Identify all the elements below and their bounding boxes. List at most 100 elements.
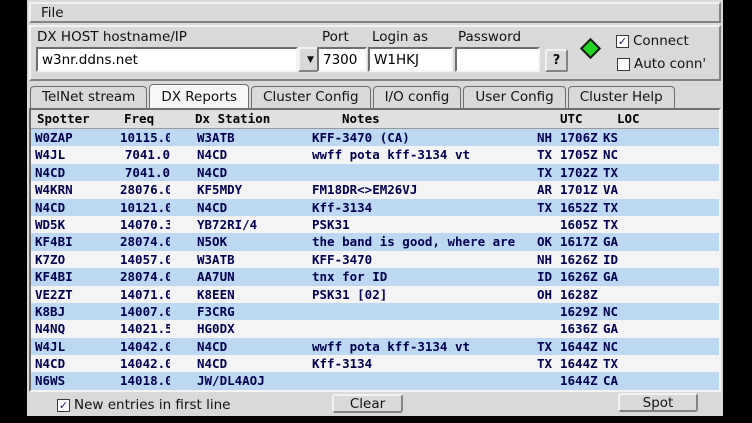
table-row[interactable]: W4JL14042.0N4CDwwff pota kff-3134 vtTX16…: [31, 338, 719, 355]
login-input[interactable]: [368, 47, 453, 72]
cell-freq: 14018.0: [120, 372, 170, 389]
port-label: Port: [322, 29, 349, 45]
cell-loc: VA: [603, 181, 719, 198]
tab-bar: TelNet streamDX ReportsCluster ConfigI/O…: [30, 84, 677, 108]
header-freq: Freq: [120, 110, 170, 128]
cell-spotter: W4JL: [35, 338, 120, 355]
cell-dx: N4CD: [170, 355, 312, 372]
table-row[interactable]: KF4BI28074.0AA7UNtnx for IDID1626ZGA: [31, 268, 719, 285]
table-row[interactable]: K8BJ14007.0F3CRG1629ZNC: [31, 303, 719, 320]
tab-user-config[interactable]: User Config: [463, 86, 565, 108]
cell-utc: 1605Z: [560, 216, 603, 233]
cell-loc: GA: [603, 320, 719, 337]
cell-utc: 1626Z: [560, 251, 603, 268]
cell-dx: HG0DX: [170, 320, 312, 337]
host-input[interactable]: [36, 47, 298, 72]
cell-spotter: N4CD: [35, 355, 120, 372]
auto-conn-checkbox[interactable]: [617, 58, 630, 71]
cell-loc: [603, 286, 719, 303]
connect-checkbox[interactable]: ✓: [616, 35, 629, 48]
new-entries-checkbox[interactable]: ✓: [57, 399, 70, 412]
cell-notes: Kff-3134: [312, 199, 537, 216]
table-body: W0ZAP10115.0W3ATBKFF-3470 (CA)NH1706ZKSW…: [31, 129, 719, 390]
cell-loc: TX: [603, 216, 719, 233]
tab-cluster-help[interactable]: Cluster Help: [568, 86, 675, 108]
table-row[interactable]: W0ZAP10115.0W3ATBKFF-3470 (CA)NH1706ZKS: [31, 129, 719, 146]
cell-loc: ID: [603, 251, 719, 268]
cell-dx: N4CD: [170, 164, 312, 181]
tab-i-o-config[interactable]: I/O config: [373, 86, 462, 108]
cell-notes: the band is good, where are: [312, 233, 537, 250]
cell-spotter: W0ZAP: [35, 129, 120, 146]
cell-spotter: N4NQ: [35, 320, 120, 337]
connection-status-icon: [580, 38, 601, 59]
header-utc: UTC: [560, 110, 603, 128]
header-dx-station: Dx Station: [170, 110, 312, 128]
menu-file[interactable]: File: [31, 5, 74, 21]
cell-loc: NC: [603, 338, 719, 355]
cell-loc: KS: [603, 129, 719, 146]
cell-freq: 10115.0: [120, 129, 170, 146]
cell-spotter: N6WS: [35, 372, 120, 389]
app-window: File DX HOST hostname/IP ▼ Port Login as…: [27, 0, 723, 416]
cell-dx: W3ATB: [170, 129, 312, 146]
cell-utc: 1644Z: [560, 372, 603, 389]
cell-st: ID: [537, 268, 560, 285]
table-row[interactable]: N4NQ14021.5HG0DX1636ZGA: [31, 320, 719, 337]
tab-cluster-config[interactable]: Cluster Config: [251, 86, 371, 108]
cell-loc: NC: [603, 146, 719, 163]
cell-freq: 10121.0: [120, 199, 170, 216]
password-label: Password: [458, 29, 521, 45]
cell-freq: 28074.0: [120, 233, 170, 250]
new-entries-checkbox-row[interactable]: ✓ New entries in first line: [57, 397, 230, 413]
cell-loc: GA: [603, 268, 719, 285]
cell-notes: Kff-3134: [312, 355, 537, 372]
table-row[interactable]: N4CD10121.0N4CDKff-3134TX1652ZTX: [31, 199, 719, 216]
cell-st: TX: [537, 164, 560, 181]
table-row[interactable]: K7ZO14057.0W3ATBKFF-3470NH1626ZID: [31, 251, 719, 268]
table-row[interactable]: VE2ZT14071.0K8EENPSK31 [02]OH1628Z: [31, 286, 719, 303]
cell-spotter: VE2ZT: [35, 286, 120, 303]
cell-dx: K8EEN: [170, 286, 312, 303]
cell-utc: 1617Z: [560, 233, 603, 250]
cell-spotter: N4CD: [35, 164, 120, 181]
question-mark-icon: ?: [553, 53, 561, 68]
password-input[interactable]: [455, 47, 540, 72]
cell-utc: 1705Z: [560, 146, 603, 163]
cell-dx: N5OK: [170, 233, 312, 250]
cell-dx: JW/DL4AOJ: [170, 372, 312, 389]
table-row[interactable]: W4KRN28076.0KF5MDYFM18DR<>EM26VJAR1701ZV…: [31, 181, 719, 198]
cell-notes: [312, 320, 537, 337]
cell-loc: TX: [603, 199, 719, 216]
connect-checkbox-row[interactable]: ✓ Connect: [616, 33, 689, 49]
table-row[interactable]: WD5K14070.3YB72RI/4PSK311605ZTX: [31, 216, 719, 233]
connection-panel: DX HOST hostname/IP ▼ Port Login as Pass…: [29, 25, 721, 81]
cell-loc: GA: [603, 233, 719, 250]
cell-st: OH: [537, 286, 560, 303]
header-loc: LOC: [603, 110, 719, 128]
table-header: Spotter Freq Dx Station Notes UTC LOC: [31, 110, 719, 129]
table-row[interactable]: W4JL7041.0N4CDwwff pota kff-3134 vtTX170…: [31, 146, 719, 163]
clear-button[interactable]: Clear: [332, 394, 403, 413]
cell-st: NH: [537, 129, 560, 146]
cell-utc: 1701Z: [560, 181, 603, 198]
menu-bar: File: [29, 2, 721, 23]
cell-notes: [312, 303, 537, 320]
password-help-button[interactable]: ?: [545, 49, 568, 72]
spot-button[interactable]: Spot: [618, 393, 698, 412]
table-row[interactable]: KF4BI28074.0N5OKthe band is good, where …: [31, 233, 719, 250]
cell-dx: N4CD: [170, 146, 312, 163]
auto-conn-checkbox-row[interactable]: Auto conn': [617, 56, 706, 72]
cell-spotter: W4KRN: [35, 181, 120, 198]
table-row[interactable]: N4CD7041.0N4CDTX1702ZTX: [31, 164, 719, 181]
tab-telnet-stream[interactable]: TelNet stream: [30, 86, 147, 108]
cell-notes: KFF-3470: [312, 251, 537, 268]
cell-freq: 7041.0: [120, 164, 170, 181]
cell-utc: 1628Z: [560, 286, 603, 303]
table-row[interactable]: N6WS14018.0JW/DL4AOJ1644ZCA: [31, 372, 719, 389]
cell-spotter: KF4BI: [35, 233, 120, 250]
table-row[interactable]: N4CD14042.0N4CDKff-3134TX1644ZTX: [31, 355, 719, 372]
port-input[interactable]: [317, 47, 367, 72]
tab-dx-reports[interactable]: DX Reports: [149, 84, 249, 108]
cell-dx: F3CRG: [170, 303, 312, 320]
